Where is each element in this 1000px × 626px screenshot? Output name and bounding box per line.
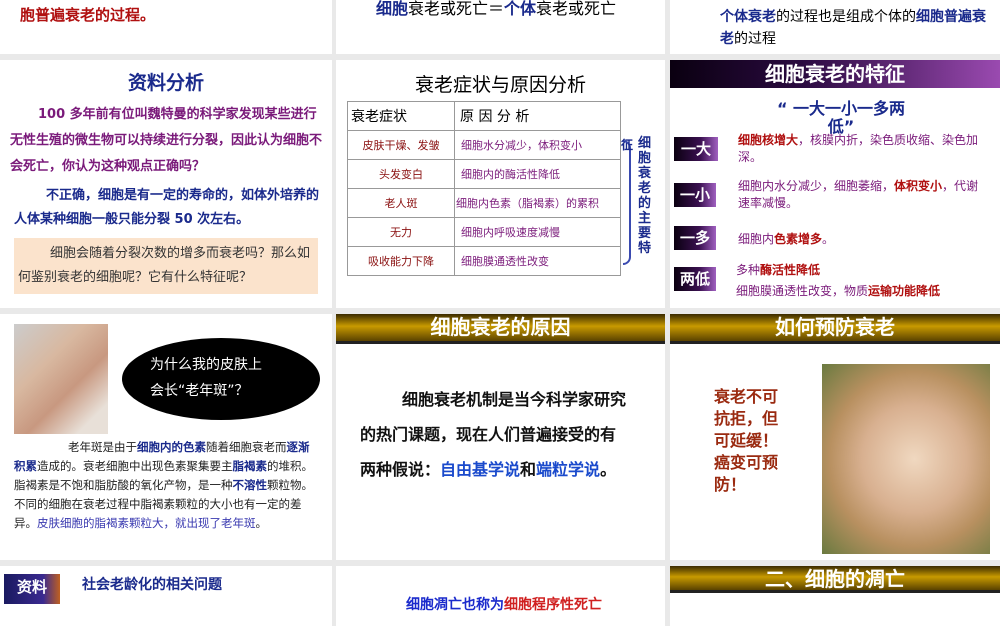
slide-text: 不正确，细胞是有一定的寿命的，如体外培养的人体某种细胞一般只能分裂 50 次左右… (14, 188, 320, 227)
slide-thumbnail-11[interactable]: 细胞凋亡也称为细胞程序性死亡 (336, 566, 665, 626)
slide-text: 细胞衰老或死亡＝个体衰老或死亡 (376, 0, 616, 19)
slide-title: 如何预防衰老 (670, 314, 1000, 344)
slide-thumbnail-3[interactable]: 个体衰老的过程也是组成个体的细胞普遍衰老的过程 (670, 0, 1000, 54)
th: 原 因 分 析 (454, 101, 621, 131)
t: 细胞核增大 (738, 133, 799, 147)
woman-photo (822, 364, 990, 554)
t: 端粒学说 (536, 460, 601, 479)
slide-text: 细胞凋亡也称为细胞程序性死亡 (406, 594, 602, 614)
slide-text: 细胞内水分减少，细胞萎缩，体积变小，代谢速率减慢。 (738, 178, 988, 212)
td: 细胞水分减少，体积变小 (454, 130, 621, 160)
side-label: 细胞衰老的主要特 (638, 136, 652, 256)
td: 细胞内呼吸速度减慢 (454, 217, 621, 247)
td: 老人斑 (347, 188, 455, 218)
td: 皮肤干燥、发皱 (347, 130, 455, 160)
tag: 一多 (674, 226, 716, 250)
t: 的过程 (734, 31, 776, 47)
td: 吸收能力下降 (347, 246, 455, 276)
t: 细胞内水分减少，细胞萎缩， (738, 179, 895, 193)
t: 皮肤细胞的脂褐素颗粒大，就出现了老年斑 (37, 516, 256, 530)
slide-text: 老年斑是由于细胞内的色素随着细胞衰老而逐渐积累造成的。衰老细胞中出现色素聚集要主… (14, 438, 314, 533)
t: 细胞内 (738, 232, 775, 246)
t: 细胞膜通透性改变，物质 (736, 284, 869, 298)
slide-thumbnail-5[interactable]: 衰老症状与原因分析 衰老症状原 因 分 析 皮肤干燥、发皱 细胞水分减少，体积变小… (336, 60, 665, 308)
t: 衰老或死亡 (536, 0, 617, 18)
slide-thumbnail-7[interactable]: 为什么我的皮肤上 会长“老年斑”？ 老年斑是由于细胞内的色素随着细胞衰老而逐渐积累… (0, 314, 332, 560)
tag: 一小 (674, 183, 716, 207)
td: 细胞膜通透性改变 (454, 246, 621, 276)
slide-title: 二、细胞的凋亡 (670, 566, 1000, 593)
th: 衰老症状 (347, 101, 455, 131)
slide-text: 多种酶活性降低细胞膜通透性改变，物质运输功能降低 (736, 260, 940, 302)
slide-text: 细胞核增大，核膜内折，染色质收缩、染色加深。 (738, 132, 988, 166)
side-label: 征 (621, 138, 634, 152)
t: 脂褐素 (232, 459, 268, 473)
t: 自由基学说 (440, 460, 521, 479)
t: 随着细胞衰老而 (206, 440, 287, 454)
t: 酶活性降低 (760, 263, 821, 277)
t: 细胞程序性死亡 (504, 597, 602, 613)
brace-icon (623, 140, 631, 265)
slide-thumbnail-4[interactable]: 资料分析 100 多年前有位叫魏特曼的科学家发现某些进行无性生殖的微生物可以持续… (0, 60, 332, 308)
slide-thumbnail-9[interactable]: 如何预防衰老 衰老不可抗拒，但可延缓！癌变可预防！ (670, 314, 1000, 560)
slide-text: 100 多年前有位叫魏特曼的科学家发现某些进行无性生殖的微生物可以持续进行分裂，… (10, 107, 323, 174)
slide-thumbnail-12[interactable]: 二、细胞的凋亡 (670, 566, 1000, 626)
slide-thumbnail-6[interactable]: 细胞衰老的特征 “ 一大一小一多两低” 一大 细胞核增大，核膜内折，染色质收缩、… (670, 60, 1000, 308)
t: 。 (600, 460, 617, 479)
slide-title: 衰老症状与原因分析 (414, 74, 586, 96)
symptom-table: 衰老症状原 因 分 析 皮肤干燥、发皱 细胞水分减少，体积变小 头发变白 细胞内的酶… (347, 101, 621, 276)
td: 细胞内的酶活性降低 (454, 159, 621, 189)
slide-thumbnail-10[interactable]: 资料 社会老龄化的相关问题 (0, 566, 332, 626)
t: 和 (520, 460, 537, 479)
slide-title: 细胞衰老的特征 (670, 60, 1000, 88)
t: 老年斑是由于 (68, 440, 137, 454)
t: 为什么我的皮肤上 (150, 357, 262, 373)
t: 细胞内的色素 (137, 440, 206, 454)
slide-text: 细胞内色素增多。 (738, 230, 834, 247)
t: 会长“老年斑”？ (150, 383, 249, 399)
slide-title: 社会老龄化的相关问题 (82, 577, 222, 593)
t: 。 (255, 516, 268, 530)
slide-thumbnail-8[interactable]: 细胞衰老的原因 细胞衰老机制是当今科学家研究的热门课题，现在人们普遍接受的有两种… (336, 314, 665, 560)
tag: 一大 (674, 137, 718, 161)
t: 运输功能降低 (868, 284, 941, 298)
t: 不溶性 (232, 478, 268, 492)
t: 体积变小 (894, 179, 943, 193)
t: 细胞凋亡也称为 (406, 597, 504, 613)
slide-title: 细胞衰老的原因 (336, 314, 665, 344)
t: 的过程也是组成个体的 (776, 9, 916, 25)
slide-thumbnail-2[interactable]: 细胞衰老或死亡＝个体衰老或死亡 (336, 0, 665, 54)
t: 衰老或死亡＝ (408, 0, 505, 18)
slide-text: 细胞会随着分裂次数的增多而衰老吗？那么如何鉴别衰老的细胞呢？它有什么特征呢？ (14, 238, 318, 294)
slide-text: 胞普遍衰老的过程。 (20, 6, 156, 24)
td: 无力 (347, 217, 455, 247)
motto: “ 一大一小一多两低” (776, 99, 906, 136)
td: 头发变白 (347, 159, 455, 189)
slide-title: 资料分析 (127, 72, 204, 94)
t: 。 (822, 232, 835, 246)
td: 细胞内色素（脂褐素）的累积 (454, 188, 621, 218)
slide-text: 个体衰老的过程也是组成个体的细胞普遍衰老的过程 (720, 6, 990, 50)
old-man-photo (14, 324, 108, 434)
slide-text: 细胞衰老机制是当今科学家研究的热门课题，现在人们普遍接受的有两种假说：自由基学说… (360, 382, 630, 487)
t: 色素增多 (774, 232, 823, 246)
t: 个体 (504, 0, 537, 18)
t: 细胞 (376, 0, 409, 18)
thought-bubble: 为什么我的皮肤上 会长“老年斑”？ (122, 338, 320, 420)
t: 多种 (736, 263, 761, 277)
slide-thumbnail-1[interactable]: 胞普遍衰老的过程。 (0, 0, 332, 54)
t: 个体衰老 (720, 9, 776, 25)
t: 造成的。衰老细胞中出现色素聚集要主 (37, 459, 233, 473)
slide-text: 衰老不可抗拒，但可延缓！癌变可预防！ (714, 387, 779, 494)
tag: 两低 (674, 267, 716, 291)
